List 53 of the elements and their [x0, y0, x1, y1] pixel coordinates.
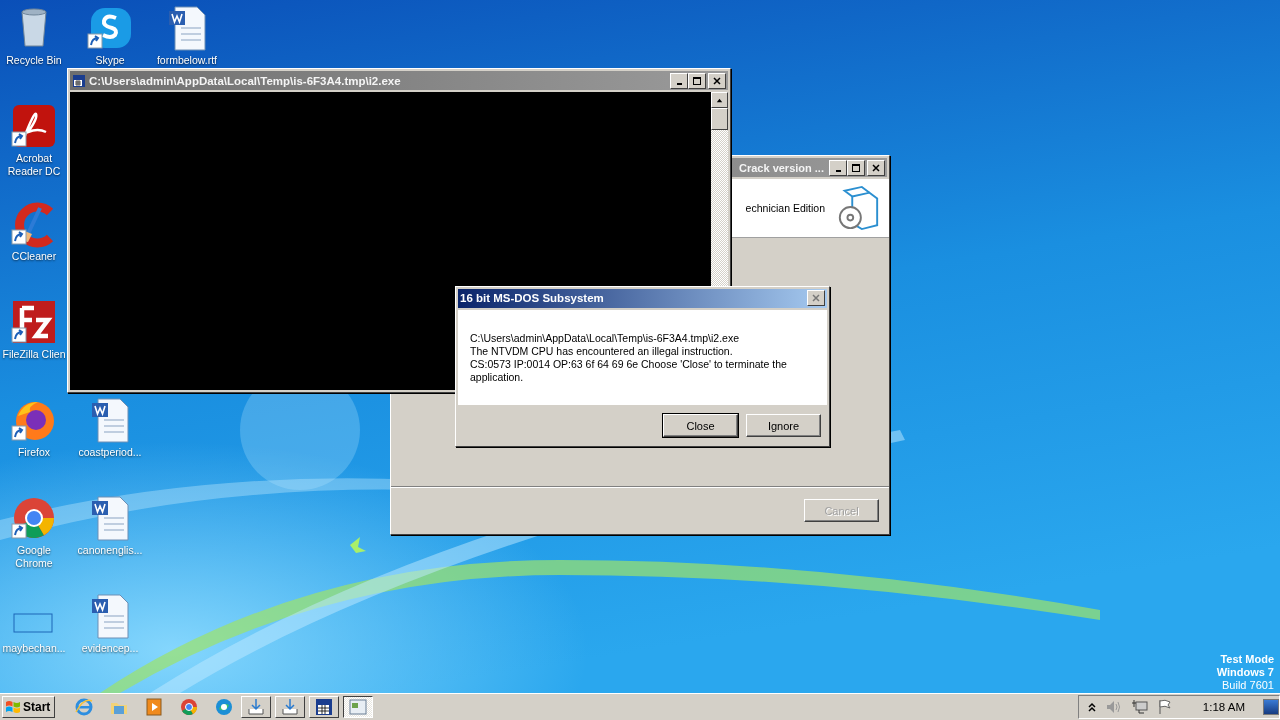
- console-icon: [72, 73, 86, 88]
- minimize-icon: [676, 82, 682, 85]
- download-icon[interactable]: [241, 696, 272, 718]
- icon-label: Google Chrome: [14, 544, 54, 570]
- close-button[interactable]: [807, 290, 825, 307]
- close-icon: [712, 75, 722, 86]
- ignore-button[interactable]: Ignore: [746, 414, 821, 437]
- icon-label: coastperiod...: [78, 446, 142, 459]
- message-text: CS:0573 IP:0014 OP:63 6f 64 69 6e Choose 'Close' to terminate the application.: [470, 357, 788, 384]
- windows-logo-icon: [5, 699, 21, 715]
- message-text: C:\Users\admin\AppData\Local\Temp\is-6F3A4.tmp\i2.exe: [470, 331, 741, 345]
- icon-label: evidencep...: [81, 642, 139, 655]
- system-watermark-text: Build 7601: [1222, 679, 1274, 692]
- network-icon[interactable]: [1130, 699, 1149, 715]
- flag-icon[interactable]: [1156, 699, 1173, 715]
- icon-label: maybechan...: [2, 642, 66, 655]
- maximize-button[interactable]: [847, 159, 865, 176]
- minimize-icon: [835, 169, 841, 172]
- chevron-up-icon[interactable]: [1086, 701, 1097, 713]
- icon-label: Firefox: [17, 446, 51, 459]
- close-icon: [871, 162, 881, 173]
- header-text: echnician Edition: [745, 202, 825, 214]
- scroll-up-button[interactable]: [711, 92, 728, 108]
- system-watermark-text: Test Mode: [1220, 653, 1274, 666]
- system-watermark-text: Windows 7: [1216, 666, 1274, 679]
- close-button[interactable]: [867, 159, 885, 176]
- icon-label: Acrobat Reader DC: [6, 152, 62, 178]
- close-button[interactable]: [708, 72, 726, 89]
- clock[interactable]: 1:18 AM: [1202, 701, 1245, 713]
- window-icon[interactable]: [343, 696, 374, 718]
- window-title: Crack version ...: [738, 161, 825, 174]
- icon-label: canonenglis...: [77, 544, 143, 557]
- ftp-app-icon[interactable]: [10, 298, 58, 346]
- icon-label: Skype: [95, 54, 125, 67]
- window-title: C:\Users\admin\AppData\Local\Temp\is-6F3A4.tmp\i2.exe: [89, 74, 402, 87]
- console-icon[interactable]: [309, 696, 340, 718]
- icon-label: CCleaner: [11, 250, 57, 263]
- scroll-thumb[interactable]: [711, 108, 728, 130]
- icon-label: Recycle Bin: [6, 54, 62, 67]
- download-icon[interactable]: [275, 696, 306, 718]
- maximize-icon: [851, 162, 861, 173]
- close-button[interactable]: Close: [663, 414, 738, 437]
- start-button[interactable]: Start: [2, 696, 56, 718]
- dialog-title: 16 bit MS-DOS Subsystem: [460, 292, 605, 305]
- message-text: The NTVDM CPU has encountered an illegal instruction.: [470, 344, 734, 358]
- close-icon: [811, 293, 821, 304]
- minimize-button[interactable]: [670, 72, 688, 89]
- minimize-button[interactable]: [829, 159, 847, 176]
- maximize-icon: [692, 75, 702, 86]
- icon-label: formbelow.rtf: [156, 54, 218, 67]
- pdf-app-icon[interactable]: [10, 102, 58, 150]
- icon-label: FileZilla Clien: [2, 348, 66, 361]
- maximize-button[interactable]: [688, 72, 706, 89]
